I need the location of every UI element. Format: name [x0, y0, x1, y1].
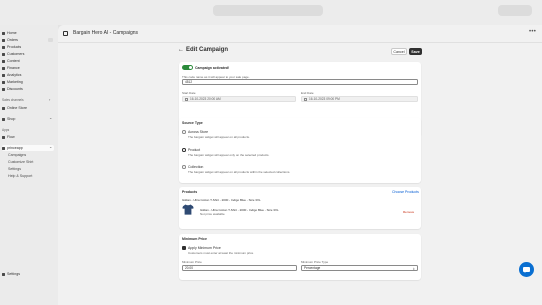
- sidebar-item-app[interactable]: princeapp: [2, 145, 54, 151]
- sidebar-item-finance[interactable]: Finance: [2, 65, 20, 71]
- radio-product[interactable]: [182, 148, 186, 152]
- sidebar-item-marketing[interactable]: Marketing: [2, 79, 23, 85]
- save-button[interactable]: Save: [409, 48, 422, 55]
- option-label: Collection: [188, 165, 204, 169]
- radio-collection[interactable]: [182, 165, 186, 169]
- option-desc: The bargain widget will appear on all pr…: [188, 170, 291, 174]
- app-icon: [2, 146, 5, 150]
- product-heading: Gildan - Ultra Cotton T-Shirt - 2000 - I…: [182, 198, 261, 202]
- minimum-price-type-select[interactable]: Percentage ⇕: [301, 265, 418, 271]
- end-date-label: End Date: [301, 91, 314, 95]
- app-frame: Bargain Hero AI - Campaigns ••• ← Edit C…: [58, 25, 542, 305]
- toggle-knob: [188, 65, 193, 70]
- content-icon: [2, 59, 5, 63]
- discount-icon: [2, 87, 5, 91]
- sidebar-item-customers[interactable]: Customers: [2, 51, 24, 57]
- top-bar: [0, 0, 542, 25]
- sidebar-item-products[interactable]: Products: [2, 44, 21, 50]
- sidebar-item-orders[interactable]: Orders: [2, 37, 18, 43]
- campaign-toggle[interactable]: [182, 65, 193, 70]
- more-icon[interactable]: •••: [529, 29, 536, 35]
- sidebar-item-online-store[interactable]: Online Store: [2, 105, 27, 111]
- tag-icon: [2, 45, 5, 49]
- chevron-down-icon[interactable]: ⌄: [49, 115, 52, 120]
- bank-icon: [2, 66, 5, 70]
- sidebar-item-shop[interactable]: Shop: [2, 116, 15, 122]
- sidebar: Home Orders Products Customers Content F…: [0, 25, 58, 305]
- orders-icon: [2, 38, 5, 42]
- page-title: Edit Campaign: [186, 47, 229, 53]
- pin-icon[interactable]: ⌄: [49, 144, 52, 149]
- option-label: Product: [188, 148, 201, 152]
- checkbox-label: Apply Minimum Price: [188, 246, 221, 250]
- store-icon: [2, 106, 5, 110]
- start-date-field[interactable]: 16-10-2023 20:00 AM: [182, 96, 296, 102]
- sidebar-item-home[interactable]: Home: [2, 30, 17, 36]
- choose-products-link[interactable]: Choose Products: [392, 190, 419, 194]
- shop-icon: [2, 117, 5, 121]
- apply-minimum-checkbox[interactable]: [182, 246, 186, 250]
- sidebar-subitem-campaigns[interactable]: Campaigns: [8, 152, 26, 158]
- sidebar-item-settings[interactable]: Settings: [2, 271, 20, 277]
- minimum-price-label: Minimum Price: [182, 260, 202, 264]
- checkbox-desc: Customers must enter at least the minimu…: [188, 251, 254, 255]
- account-menu[interactable]: [498, 5, 532, 16]
- sidebar-subitem-customize-shirt[interactable]: Customize Shirt: [8, 159, 33, 165]
- select-arrow-icon: ⇕: [412, 266, 415, 271]
- tshirt-icon: [182, 204, 194, 215]
- source-type-card: Source Type Across Store The bargain wid…: [179, 118, 421, 183]
- minimum-price-field[interactable]: 20.00: [182, 265, 297, 271]
- back-arrow-icon[interactable]: ←: [178, 47, 184, 53]
- radio-across-store[interactable]: [182, 130, 186, 134]
- sidebar-subitem-settings[interactable]: Settings: [8, 166, 21, 172]
- gear-icon: [2, 272, 5, 276]
- person-icon: [2, 52, 5, 56]
- chat-icon-tail: [524, 271, 526, 273]
- chat-button[interactable]: [519, 262, 534, 277]
- chevron-right-icon[interactable]: ›: [49, 97, 50, 102]
- apps-heading: Apps: [2, 128, 10, 132]
- remove-button[interactable]: Remove: [403, 210, 414, 214]
- app-header: Bargain Hero AI - Campaigns •••: [58, 25, 542, 43]
- orders-badge: [48, 38, 53, 42]
- chart-icon: [2, 73, 5, 77]
- sidebar-item-discounts[interactable]: Discounts: [2, 86, 23, 92]
- flow-icon: [2, 135, 5, 139]
- products-title: Products: [182, 190, 198, 194]
- sales-channels-heading: Sales channels: [2, 98, 24, 102]
- option-desc: The bargain widget will appear only on t…: [188, 153, 270, 157]
- option-label: Across Store: [188, 130, 209, 134]
- app-logo-icon: [63, 31, 68, 36]
- product-sub: Not price available: [200, 211, 225, 216]
- cancel-button[interactable]: Cancel: [391, 48, 407, 55]
- sidebar-item-content[interactable]: Content: [2, 58, 20, 64]
- sidebar-item-analytics[interactable]: Analytics: [2, 72, 21, 78]
- sidebar-item-flow[interactable]: Flow: [2, 134, 15, 140]
- target-icon: [2, 80, 5, 84]
- search-bar[interactable]: [213, 5, 323, 16]
- end-date-field[interactable]: 16-10-2023 09:00 PM: [301, 96, 418, 102]
- option-desc: The bargain widget will appear on all pr…: [188, 135, 250, 139]
- products-card: Products Choose Products Gildan - Ultra …: [179, 187, 421, 229]
- code-field[interactable]: 4512: [182, 79, 418, 85]
- calendar-icon: [185, 97, 188, 101]
- source-type-title: Source Type: [182, 121, 203, 125]
- calendar-icon: [304, 97, 307, 101]
- minimum-price-type-label: Minimum Price Type: [301, 260, 329, 264]
- minimum-price-title: Minimum Price: [182, 237, 207, 241]
- campaign-status: Campaign activated!: [195, 65, 230, 70]
- app-title: Bargain Hero AI - Campaigns: [73, 30, 139, 36]
- sidebar-subitem-help[interactable]: Help & Support: [8, 173, 32, 179]
- home-icon: [2, 31, 5, 35]
- minimum-price-card: Minimum Price Apply Minimum Price Custom…: [179, 234, 421, 280]
- start-date-label: Start Date: [182, 91, 196, 95]
